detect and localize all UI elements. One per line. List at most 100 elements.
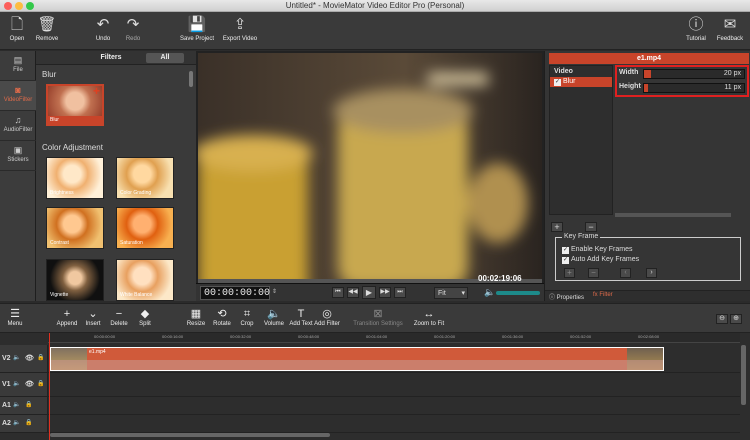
checkbox-checked-icon[interactable]: ✓ bbox=[562, 247, 569, 254]
zoom-to-fit-button[interactable]: ↔ Zoom to Fit bbox=[412, 307, 446, 327]
remove-filter-button[interactable]: − bbox=[585, 222, 597, 232]
minus-icon: − bbox=[115, 308, 123, 320]
window-title: Untitled* - MovieMator Video Editor Pro … bbox=[285, 1, 465, 10]
ruler-label: 00:00:16:00 bbox=[162, 334, 184, 339]
lock-icon[interactable]: 🔒 bbox=[25, 401, 32, 408]
tab-filters[interactable]: Filters bbox=[86, 53, 136, 63]
filter-list-item-blur[interactable]: ✓ Blur bbox=[550, 77, 612, 87]
export-video-button[interactable]: ⇪ Export Video bbox=[220, 14, 260, 48]
add-filter-plus-icon[interactable]: + bbox=[93, 84, 100, 98]
speaker-icon[interactable]: 🔈 bbox=[13, 354, 20, 361]
redo-button[interactable]: ↷ Redo bbox=[118, 14, 148, 48]
remove-button[interactable]: 🗑 Remove bbox=[32, 14, 62, 48]
filter-thumb-color-grading[interactable]: Color Grading bbox=[116, 157, 174, 199]
crop-button[interactable]: ⌗ Crop bbox=[236, 307, 258, 327]
delete-button[interactable]: − Delete bbox=[106, 307, 132, 327]
nav-file[interactable]: ▤ File bbox=[0, 51, 36, 81]
zoom-in-button[interactable]: ⊕ bbox=[730, 314, 742, 324]
eye-icon[interactable]: 👁 bbox=[25, 354, 34, 362]
lock-icon[interactable]: 🔒 bbox=[25, 419, 32, 426]
rewind-button[interactable]: ◀◀ bbox=[347, 287, 359, 298]
clip-name-header: e1.mp4 bbox=[549, 53, 749, 64]
filters-scrollbar[interactable] bbox=[189, 71, 193, 87]
crop-icon: ⌗ bbox=[243, 308, 251, 320]
speaker-icon: 🔈 bbox=[267, 308, 281, 320]
filter-thumb-vignette[interactable]: Vignette bbox=[46, 259, 104, 301]
append-button[interactable]: + Append bbox=[54, 307, 80, 327]
info-icon: ⓘ bbox=[549, 295, 557, 301]
tab-all[interactable]: All bbox=[146, 53, 184, 63]
clip-e1[interactable]: e1.mp4 bbox=[50, 347, 664, 371]
lock-icon[interactable]: 🔒 bbox=[37, 354, 44, 361]
resize-button[interactable]: ▦ Resize bbox=[184, 307, 208, 327]
checkbox-checked-icon[interactable]: ✓ bbox=[554, 79, 561, 86]
speaker-icon[interactable]: 🔈 bbox=[13, 419, 20, 426]
volume-slider[interactable] bbox=[496, 291, 540, 295]
speaker-icon[interactable]: 🔈 bbox=[13, 380, 20, 387]
properties-hscrollbar[interactable] bbox=[615, 213, 731, 217]
height-label: Height bbox=[619, 83, 641, 90]
timecode-stepper-icon[interactable]: ⇕ bbox=[272, 288, 277, 295]
skip-to-start-button[interactable]: ⏮ bbox=[332, 287, 344, 298]
filter-thumb-brightness[interactable]: Brightness bbox=[46, 157, 104, 199]
feedback-button[interactable]: ✉ Feedback bbox=[712, 14, 748, 48]
next-keyframe-button[interactable]: › bbox=[646, 268, 657, 278]
tab-properties[interactable]: ⓘ Properties bbox=[549, 292, 584, 301]
lock-icon[interactable]: 🔒 bbox=[37, 380, 44, 387]
volume-button[interactable]: 🔈 Volume bbox=[260, 307, 288, 327]
rotate-button[interactable]: ⟲ Rotate bbox=[210, 307, 234, 327]
section-blur-label: Blur bbox=[42, 70, 57, 79]
undo-button[interactable]: ↶ Undo bbox=[88, 14, 118, 48]
timecode-input[interactable]: 00:00:00:00 bbox=[200, 286, 270, 300]
sticker-icon: ▣ bbox=[13, 145, 23, 155]
help-icon: ⓘ bbox=[688, 16, 704, 33]
speaker-icon[interactable]: 🔈 bbox=[484, 287, 495, 298]
insert-button[interactable]: ⌄ Insert bbox=[82, 307, 104, 327]
speaker-icon[interactable]: 🔈 bbox=[13, 401, 20, 408]
menu-icon: ☰ bbox=[10, 308, 20, 320]
width-slider[interactable]: 20 px bbox=[643, 69, 745, 79]
zoom-select[interactable]: Fit ▾ bbox=[434, 287, 468, 299]
ruler-label: 00:01:04:00 bbox=[366, 334, 388, 339]
transition-settings-button[interactable]: ⊠ Transition Settings bbox=[350, 307, 406, 327]
open-button[interactable]: 🗋 Open bbox=[2, 14, 32, 48]
skip-to-end-button[interactable]: ⏭ bbox=[394, 287, 406, 298]
play-button[interactable]: ▶ bbox=[362, 286, 376, 299]
export-icon: ⇪ bbox=[233, 16, 247, 33]
add-filter-timeline-button[interactable]: ◎ Add Filter bbox=[312, 307, 342, 327]
add-text-button[interactable]: T Add Text bbox=[288, 307, 314, 327]
enable-keyframes-row[interactable]: ✓ Enable Key Frames bbox=[562, 246, 632, 254]
filter-thumb-white-balance[interactable]: White Balance bbox=[116, 259, 174, 301]
auto-add-keyframes-row[interactable]: ✓ Auto Add Key Frames bbox=[562, 256, 639, 264]
add-keyframe-button[interactable]: + bbox=[564, 268, 575, 278]
prev-keyframe-button[interactable]: ‹ bbox=[620, 268, 631, 278]
save-icon: 💾 bbox=[187, 16, 207, 33]
zoom-out-button[interactable]: ⊖ bbox=[716, 314, 728, 324]
filter-thumb-saturation[interactable]: Saturation bbox=[116, 207, 174, 249]
track-a1: A1 🔈 🔒 bbox=[0, 397, 740, 415]
save-project-button[interactable]: 💾 Save Project bbox=[176, 14, 218, 48]
split-button[interactable]: ◆ Split bbox=[134, 307, 156, 327]
add-filter-button[interactable]: + bbox=[551, 222, 563, 232]
nav-audiofilter[interactable]: ♫ AudioFilter bbox=[0, 111, 36, 141]
track-v1: V1 🔈 👁 🔒 bbox=[0, 373, 740, 397]
filter-thumb-contrast[interactable]: Contrast bbox=[46, 207, 104, 249]
checkbox-checked-icon[interactable]: ✓ bbox=[562, 257, 569, 264]
playhead[interactable] bbox=[49, 333, 50, 440]
nav-videofilter[interactable]: ◙ VideoFilter bbox=[0, 81, 36, 111]
filter-thumb-blur[interactable]: + Blur bbox=[46, 84, 104, 126]
nav-stickers[interactable]: ▣ Stickers bbox=[0, 141, 36, 171]
ruler-label: 00:00:48:00 bbox=[298, 334, 320, 339]
tutorial-button[interactable]: ⓘ Tutorial bbox=[680, 14, 712, 48]
ruler-label: 00:01:52:00 bbox=[570, 334, 592, 339]
timeline-toolbar: ☰ Menu + Append ⌄ Insert − Delete ◆ Split ▦ Re… bbox=[0, 303, 750, 333]
tracks-vscrollbar[interactable] bbox=[741, 345, 746, 405]
redo-icon: ↷ bbox=[126, 16, 140, 33]
fast-forward-button[interactable]: ▶▶ bbox=[379, 287, 391, 298]
remove-keyframe-button[interactable]: − bbox=[588, 268, 599, 278]
tab-filter[interactable]: fx Filter bbox=[593, 292, 613, 298]
height-slider[interactable]: 11 px bbox=[643, 83, 745, 93]
eye-icon[interactable]: 👁 bbox=[25, 380, 34, 388]
tracks-hscrollbar[interactable] bbox=[50, 433, 330, 437]
menu-button[interactable]: ☰ Menu bbox=[4, 307, 26, 327]
